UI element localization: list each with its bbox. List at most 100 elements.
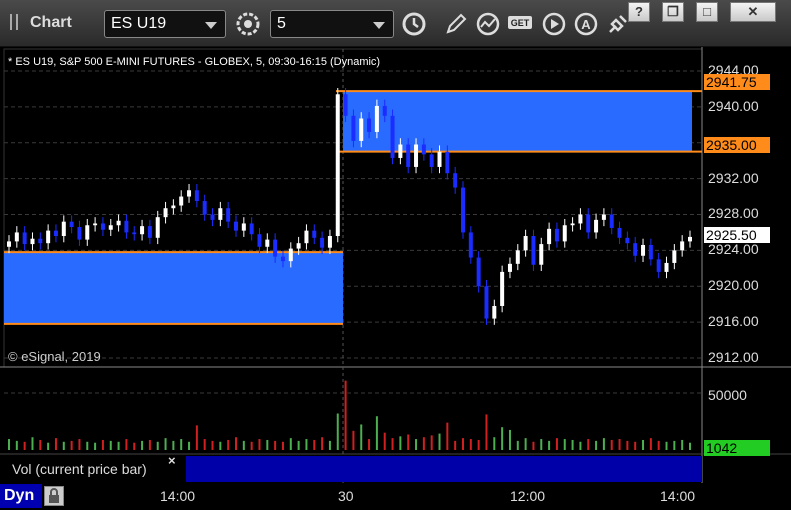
candle-body [523,236,528,251]
candle-body [14,232,19,242]
maximize-button[interactable]: □ [696,2,718,22]
price-tick-label: 2932.00 [708,169,759,186]
copyright-label: © eSignal, 2019 [8,349,101,364]
candle-body [288,248,293,262]
candle-body [445,151,450,174]
volume-bar [250,441,253,450]
time-label: 14:00 [160,488,196,504]
candle-body [492,305,497,319]
candle-body [351,115,356,141]
settings-icon[interactable] [234,10,262,38]
candle-body [578,214,583,224]
candle-body [171,205,176,209]
candle-body [406,144,411,167]
candle-body [398,144,403,158]
volume-bar [477,439,480,450]
candle-body [218,208,223,220]
play-icon[interactable] [540,10,568,38]
volume-bar [595,440,598,450]
close-button[interactable]: ✕ [730,2,776,22]
volume-bar [305,439,308,450]
volume-bar [54,438,57,450]
candle-body [327,236,332,248]
interval-combo[interactable]: 5 [270,10,394,38]
pencil-icon[interactable] [442,10,470,38]
candle-body [461,187,465,233]
volume-bar [227,439,230,450]
candle-body [539,244,544,265]
symbol-combo[interactable]: ES U19 [104,10,226,38]
a-icon[interactable]: A [572,10,600,38]
close-study-icon[interactable]: × [168,453,176,468]
help-button[interactable]: ? [628,2,650,22]
time-label: 14:00 [660,488,696,504]
candle-body [124,220,129,233]
candle-body [249,223,254,235]
volume-bar [493,437,496,450]
candle-body [38,238,43,244]
volume-bar [430,435,433,450]
candle-body [421,144,426,155]
volume-bar [407,434,410,450]
volume-bar [657,440,660,450]
chart-titlebar: Chart ES U19 5 GET A ? ❐ □ ✕ [0,0,791,47]
volume-bar [328,440,331,450]
candle-body [61,221,66,237]
candle-body [374,105,379,132]
volume-bar [446,422,449,450]
candle-body [187,190,192,197]
volume-bar [524,438,527,450]
clock-icon[interactable] [400,10,428,38]
volume-bar [344,380,347,450]
candle-body [547,228,552,245]
candle-body [85,225,90,240]
candle-body [562,225,567,242]
volume-bar [508,429,511,450]
candle-body [257,234,262,247]
volume-bar [689,442,691,450]
volume-bar [415,439,418,450]
volume-bar [180,439,183,450]
volume-bar [532,441,535,450]
price-tick-label: 2920.00 [708,277,759,294]
candle-body [468,232,473,258]
candle-body [179,196,184,206]
indicator-icon[interactable] [474,10,502,38]
volume-bar [133,442,136,450]
volume-bar [610,439,613,450]
volume-bar [516,440,519,450]
upper-zone [343,91,692,152]
price-tick-label: 2928.00 [708,205,759,222]
volume-bar [375,416,378,450]
volume-bar [266,439,269,450]
price-chart[interactable] [0,47,791,509]
dyn-button[interactable]: Dyn [0,484,42,508]
volume-bar [203,439,206,450]
drag-grip-icon[interactable] [10,14,18,30]
candle-body [531,236,536,265]
volume-bar [587,439,590,450]
volume-bar [39,439,42,450]
restore-button[interactable]: ❐ [662,2,684,22]
candle-body [476,257,481,287]
get-icon[interactable]: GET [506,10,534,38]
candle-body [484,286,489,319]
lock-icon[interactable] [44,486,64,506]
volume-bar [665,441,668,450]
volume-bar [148,439,151,450]
volume-bar [258,439,261,450]
volume-bar [78,439,81,450]
volume-bar [109,440,112,450]
volume-bar [281,441,284,450]
volume-bar [15,440,18,450]
volume-bar [579,441,582,450]
volume-bar [242,440,245,450]
candle-body [382,105,387,116]
candle-body [234,221,238,231]
candle-body [594,219,599,233]
volume-bar [352,430,355,450]
candle-body [241,223,246,231]
volume-bar [62,441,65,450]
volume-bar [673,440,676,450]
interval-value: 5 [277,15,286,32]
